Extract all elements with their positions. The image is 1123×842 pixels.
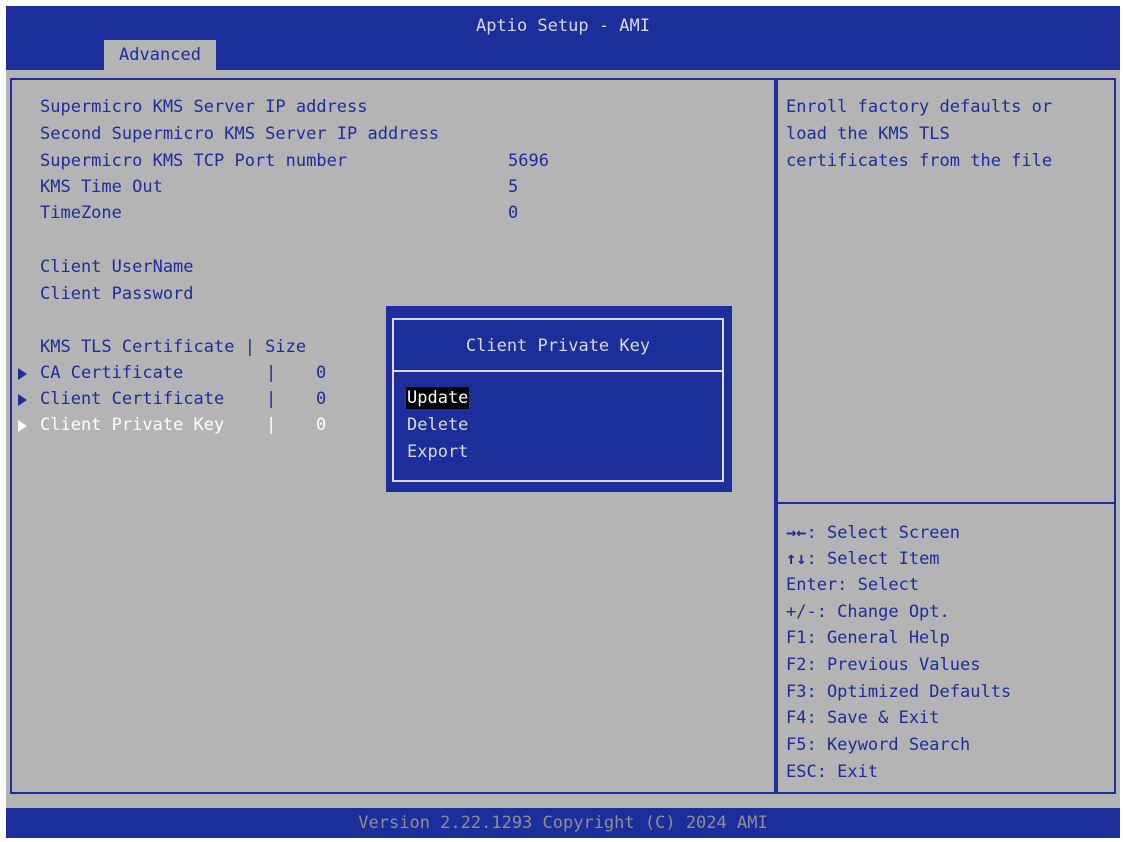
setting-client-password[interactable]: Client Password [40,283,194,305]
help-key-change-opt: +/-: Change Opt. [786,602,950,622]
footer-bar: Version 2.22.1293 Copyright (C) 2024 AMI [6,808,1120,838]
setting-kms-tcp-port-value[interactable]: 5696 [508,150,549,172]
setting-kms-tcp-port[interactable]: Supermicro KMS TCP Port number [40,150,347,172]
setting-timezone-value[interactable]: 0 [508,202,518,224]
cert-row-separator: | [266,389,277,409]
help-key-f2: F2: Previous Values [786,655,981,675]
cert-row-separator: | [266,363,277,383]
help-key-select-item: ↑↓: Select Item [786,548,940,570]
setting-timezone[interactable]: TimeZone [40,202,122,224]
help-key-f3: F3: Optimized Defaults [786,682,1012,702]
bios-screen: Aptio Setup - AMI Advanced Supermicro KM… [0,0,1123,842]
help-key-enter: Enter: Select [786,575,920,595]
cert-row-size: 0 [316,389,327,409]
tab-advanced[interactable]: Advanced [104,40,216,70]
app-title: Aptio Setup - AMI [476,16,650,36]
setting-kms-server-ip[interactable]: Supermicro KMS Server IP address [40,96,368,118]
dialog-option-delete[interactable]: Delete [406,414,469,436]
dialog-option-export[interactable]: Export [406,441,469,463]
cert-row-size: 0 [316,415,327,435]
arrows-up-down-icon: ↑↓ [786,549,807,569]
help-key-text: : Select Screen [806,523,961,543]
help-divider [776,502,1116,504]
help-key-f1: F1: General Help [786,628,950,648]
dialog-option-update[interactable]: Update [406,387,470,409]
arrows-left-right-icon: →← [786,523,807,543]
cert-row-client-certificate[interactable]: Client Certificate [40,388,224,410]
setting-second-kms-server-ip[interactable]: Second Supermicro KMS Server IP address [40,123,439,145]
dialog-title: Client Private Key [465,336,651,356]
help-description-line: certificates from the file [786,151,1053,171]
footer-version: Version 2.22.1293 Copyright (C) 2024 AMI [358,813,768,833]
cert-row-ca-certificate[interactable]: CA Certificate [40,362,183,384]
help-key-text: : Select Item [806,549,940,569]
cert-row-size: 0 [316,363,327,383]
submenu-arrow-icon [18,420,27,432]
setting-kms-timeout-value[interactable]: 5 [508,176,518,198]
help-key-esc: ESC: Exit [786,762,879,782]
cert-row-separator: | [266,415,277,435]
help-key-f4: F4: Save & Exit [786,708,940,728]
submenu-arrow-icon [18,368,27,380]
dialog-divider [394,370,722,372]
help-key-f5: F5: Keyword Search [786,735,971,755]
client-private-key-dialog: Client Private Key Update Delete Export [386,306,732,492]
help-key-select-screen: →←: Select Screen [786,522,960,544]
cert-table-header: KMS TLS Certificate | Size [40,337,307,357]
help-description-line: load the KMS TLS [786,124,950,144]
help-description-line: Enroll factory defaults or [786,97,1053,117]
submenu-arrow-icon [18,394,27,406]
setting-client-username[interactable]: Client UserName [40,256,194,278]
setting-kms-timeout[interactable]: KMS Time Out [40,176,163,198]
cert-row-client-private-key[interactable]: Client Private Key [40,414,224,436]
